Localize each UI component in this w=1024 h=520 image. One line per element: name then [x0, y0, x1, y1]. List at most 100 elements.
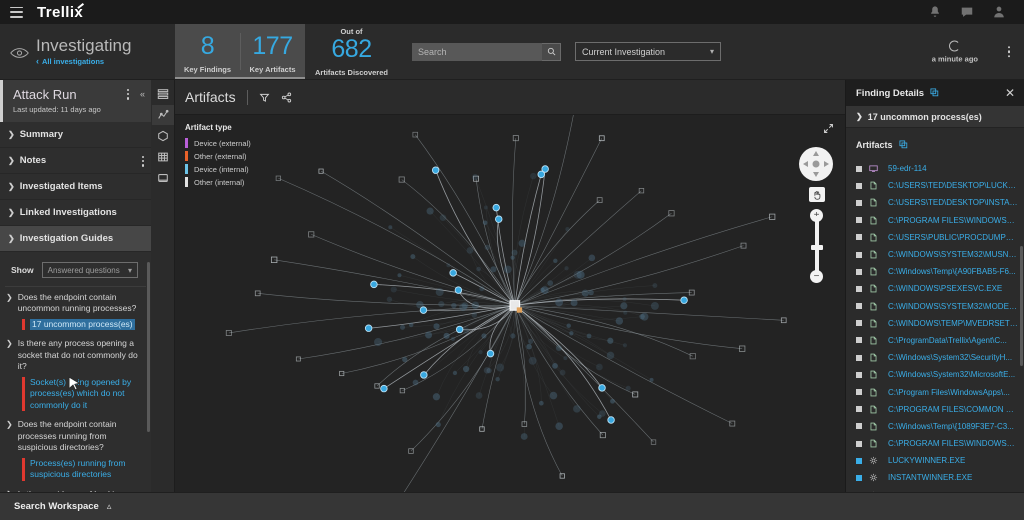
- chat-icon[interactable]: [960, 5, 974, 19]
- share-icon[interactable]: [281, 92, 292, 103]
- artifact-row[interactable]: C:\USERS\TED\DESKTOP\LUCKYW...: [846, 177, 1024, 194]
- card-view-icon[interactable]: [152, 168, 174, 188]
- artifact-name[interactable]: C:\WINDOWS\PSEXESVC.EXE: [888, 284, 1002, 293]
- artifact-select-marker[interactable]: [856, 372, 862, 378]
- search-button[interactable]: [542, 43, 561, 61]
- sidebar-item-linked-investigations[interactable]: ❯Linked Investigations: [0, 200, 151, 226]
- artifact-name[interactable]: C:\Windows\Temp\{1089F3E7-C3...: [888, 422, 1014, 431]
- artifact-name[interactable]: C:\WINDOWS\TEMP\MVEDRSETU...: [888, 319, 1018, 328]
- close-icon[interactable]: ✕: [1005, 87, 1015, 99]
- zoom-slider-thumb[interactable]: [811, 245, 823, 250]
- hamburger-icon[interactable]: [10, 7, 23, 18]
- artifact-name[interactable]: INSTANTWINNER.EXE: [888, 473, 972, 482]
- artifact-row[interactable]: C:\Windows\Temp\{1089F3E7-C3...: [846, 418, 1024, 435]
- zoom-out-icon[interactable]: −: [810, 270, 823, 283]
- artifact-row[interactable]: INSTANTWINNER.EXE: [846, 469, 1024, 486]
- artifact-name[interactable]: C:\USERS\TED\DESKTOP\LUCKYW...: [888, 181, 1018, 190]
- pan-up-arrow[interactable]: [813, 151, 819, 156]
- artifact-name[interactable]: C:\ProgramData\Trellix\Agent\C...: [888, 336, 1007, 345]
- artifact-name[interactable]: C:\PROGRAM FILES\COMMON FIL...: [888, 405, 1018, 414]
- copy-icon[interactable]: [899, 136, 908, 154]
- kpi-artifacts-discovered[interactable]: Out of 682 Artifacts Discovered: [305, 24, 398, 79]
- show-filter-select[interactable]: Answered questions ▾: [42, 262, 138, 278]
- sidebar-item-summary[interactable]: ❯Summary: [0, 122, 151, 148]
- artifact-select-marker[interactable]: [856, 200, 862, 206]
- artifact-select-marker[interactable]: [856, 166, 862, 172]
- artifact-row[interactable]: C:\WINDOWS\TEMP\MVEDRSETU...: [846, 315, 1024, 332]
- guide-question[interactable]: ❯Is there any process opening a socket t…: [0, 333, 151, 374]
- guide-answer[interactable]: 17 uncommon process(es): [22, 319, 151, 330]
- artifact-name[interactable]: C:\PROGRAM FILES\WINDOWSAP...: [888, 216, 1018, 225]
- graph-view-icon[interactable]: [152, 105, 174, 125]
- artifact-select-marker[interactable]: [856, 475, 862, 481]
- sidebar-item-investigated-items[interactable]: ❯Investigated Items: [0, 174, 151, 200]
- pan-center[interactable]: [813, 161, 820, 168]
- artifact-row[interactable]: C:\PROGRAM FILES\WINDOWSAP...: [846, 212, 1024, 229]
- artifact-select-marker[interactable]: [856, 423, 862, 429]
- refresh-status[interactable]: a minute ago: [932, 40, 978, 63]
- guide-question[interactable]: ❯Is there evidence of hacking or admin t…: [0, 484, 151, 492]
- kpi-key-findings[interactable]: 8 Key Findings: [175, 24, 240, 79]
- artifact-name[interactable]: C:\Windows\Temp\{A90FBAB5-F6...: [888, 267, 1016, 276]
- legend-item[interactable]: Other (external): [185, 151, 251, 161]
- artifact-select-marker[interactable]: [856, 303, 862, 309]
- artifact-name[interactable]: C:\Windows\System32\SecurityH...: [888, 353, 1012, 362]
- pan-left-arrow[interactable]: [803, 161, 808, 167]
- graph-canvas[interactable]: Artifact type Device (external) Other (e…: [175, 115, 845, 492]
- artifact-row[interactable]: C:\WINDOWS\PSEXESVC.EXE: [846, 280, 1024, 297]
- collapse-left-icon[interactable]: «: [140, 89, 144, 99]
- search-input[interactable]: [412, 43, 542, 61]
- artifact-select-marker[interactable]: [856, 183, 862, 189]
- chevron-up-icon[interactable]: ▵: [107, 501, 112, 512]
- header-overflow-menu[interactable]: [1008, 46, 1011, 58]
- artifact-row[interactable]: C:\USERS\PUBLIC\PROCDUMP64....: [846, 229, 1024, 246]
- artifact-row[interactable]: C:\Program Files\WindowsApps\...: [846, 383, 1024, 400]
- investigation-scope-select[interactable]: Current Investigation ▾: [575, 42, 721, 61]
- legend-item[interactable]: Device (external): [185, 138, 251, 148]
- guide-answer[interactable]: Socket(s) being opened by process(es) wh…: [22, 377, 151, 411]
- artifact-row[interactable]: LUCKYWINNER.EXE: [846, 452, 1024, 469]
- list-view-icon[interactable]: [152, 84, 174, 104]
- artifact-select-marker[interactable]: [856, 234, 862, 240]
- user-icon[interactable]: [992, 5, 1006, 19]
- artifact-select-marker[interactable]: [856, 337, 862, 343]
- finding-group-toggle[interactable]: ❯ 17 uncommon process(es): [846, 106, 1024, 128]
- artifact-row[interactable]: C:\PROGRAM FILES\COMMON FIL...: [846, 401, 1024, 418]
- sidebar-kebab-menu[interactable]: [127, 89, 129, 100]
- pan-right-arrow[interactable]: [824, 161, 829, 167]
- artifact-select-marker[interactable]: [856, 355, 862, 361]
- copy-icon[interactable]: [930, 84, 939, 102]
- hexagon-view-icon[interactable]: [152, 126, 174, 146]
- artifact-name[interactable]: C:\USERS\PUBLIC\PROCDUMP64....: [888, 233, 1018, 242]
- artifact-name[interactable]: C:\PROGRAM FILES\WINDOWSAP...: [888, 439, 1018, 448]
- artifact-name[interactable]: C:\WINDOWS\SYSTEM32\MUSNO...: [888, 250, 1018, 259]
- artifact-select-marker[interactable]: [856, 458, 862, 464]
- artifact-select-marker[interactable]: [856, 320, 862, 326]
- filter-icon[interactable]: [259, 92, 270, 103]
- table-view-icon[interactable]: [152, 147, 174, 167]
- legend-item[interactable]: Other (internal): [185, 177, 251, 187]
- artifact-name[interactable]: C:\WINDOWS\SYSTEM32\MODE.C...: [888, 302, 1018, 311]
- notes-kebab-menu[interactable]: [142, 156, 144, 167]
- legend-item[interactable]: Device (internal): [185, 164, 251, 174]
- artifact-list-scrollbar[interactable]: [1020, 246, 1023, 366]
- guide-question[interactable]: ❯Does the endpoint contain uncommon runn…: [0, 287, 151, 317]
- search-workspace-bar[interactable]: Search Workspace ▵: [0, 492, 1024, 520]
- artifact-select-marker[interactable]: [856, 406, 862, 412]
- guide-question[interactable]: ❯Does the endpoint contain processes run…: [0, 414, 151, 455]
- kpi-key-artifacts[interactable]: 177 Key Artifacts: [240, 24, 305, 79]
- artifact-row[interactable]: 59-edr-114: [846, 160, 1024, 177]
- sidebar-item-notes[interactable]: ❯Notes: [0, 148, 151, 174]
- artifact-row[interactable]: C:\Windows\Temp\{A90FBAB5-F6...: [846, 263, 1024, 280]
- artifact-row[interactable]: C:\PROGRAM FILES\WINDOWSAP...: [846, 435, 1024, 452]
- artifact-network-graph[interactable]: [175, 115, 845, 492]
- breadcrumb-all-investigations[interactable]: ‹All investigations: [36, 57, 131, 66]
- expand-icon[interactable]: [823, 121, 834, 139]
- artifact-select-marker[interactable]: [856, 252, 862, 258]
- artifact-name[interactable]: C:\USERS\TED\DESKTOP\INSTANT...: [888, 198, 1018, 207]
- guide-answer[interactable]: Process(es) running from suspicious dire…: [22, 458, 151, 481]
- artifact-select-marker[interactable]: [856, 441, 862, 447]
- artifact-name[interactable]: LUCKYWINNER.EXE: [888, 456, 965, 465]
- artifact-select-marker[interactable]: [856, 217, 862, 223]
- artifact-name[interactable]: C:\Windows\System32\MicrosoftE...: [888, 370, 1015, 379]
